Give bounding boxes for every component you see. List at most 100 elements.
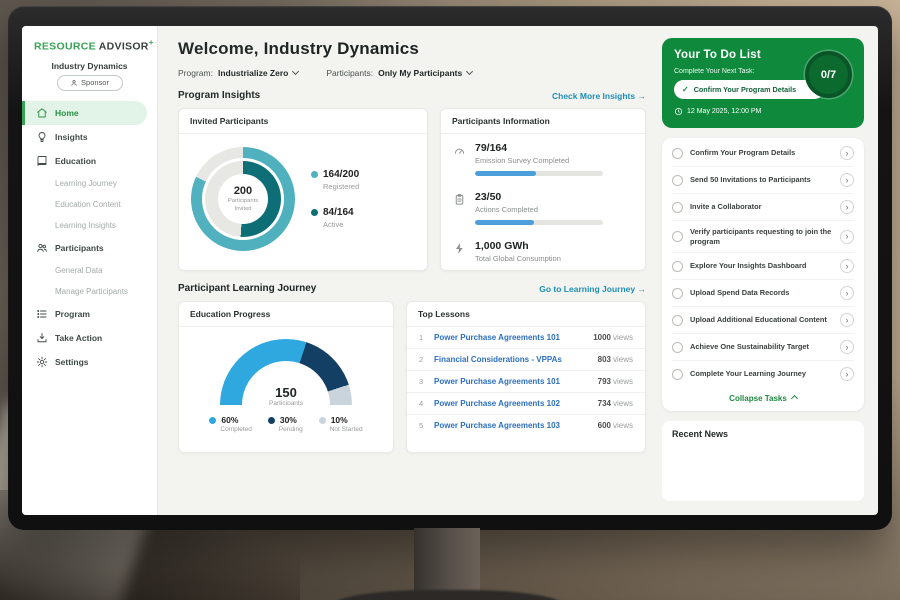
- learning-journey-header: Participant Learning Journey Go to Learn…: [178, 283, 646, 294]
- sidebar: RESOURCE ADVISOR+ Industry Dynamics Spon…: [22, 26, 158, 515]
- info-row-consumption: 1,000 GWh Total Global Consumption: [441, 232, 645, 270]
- list-icon: [36, 308, 48, 320]
- info-value: 79/164: [475, 142, 603, 154]
- task-row[interactable]: Confirm Your Program Details ›: [672, 140, 854, 167]
- sidebar-item-insights[interactable]: Insights: [22, 125, 157, 149]
- task-row[interactable]: Upload Spend Data Records ›: [672, 280, 854, 307]
- sidebar-item-take-action[interactable]: Take Action: [22, 326, 157, 350]
- task-checkbox[interactable]: [672, 315, 683, 326]
- task-row[interactable]: Achieve One Sustainability Target ›: [672, 334, 854, 361]
- card-title: Invited Participants: [179, 109, 427, 134]
- chevron-right-icon[interactable]: ›: [840, 286, 854, 300]
- donut-legend: 164/200 Registered 84/164 Active: [311, 169, 359, 229]
- legend-item-active: 84/164 Active: [311, 207, 359, 229]
- task-row[interactable]: Invite a Collaborator ›: [672, 194, 854, 221]
- go-to-learning-journey-link[interactable]: Go to Learning Journey →: [539, 284, 646, 294]
- collapse-tasks-button[interactable]: Collapse Tasks: [672, 387, 854, 407]
- program-value: Industrialize Zero: [218, 68, 288, 78]
- org-name: Industry Dynamics: [22, 61, 157, 71]
- main-content: Welcome, Industry Dynamics Program:Indus…: [158, 26, 660, 515]
- info-value: 23/50: [475, 191, 603, 203]
- person-icon: [70, 79, 78, 87]
- task-checkbox[interactable]: [672, 148, 683, 159]
- top-lessons-card: Top Lessons 1 Power Purchase Agreements …: [406, 301, 646, 453]
- progress-track: [475, 171, 603, 176]
- chevron-right-icon[interactable]: ›: [840, 173, 854, 187]
- donut-center: 200 Participants Invited: [218, 174, 268, 224]
- sidebar-item-learning-insights[interactable]: Learning Insights: [22, 215, 157, 236]
- info-label: Emission Survey Completed: [475, 156, 603, 165]
- todo-tasks-card: Confirm Your Program Details › Send 50 I…: [662, 138, 864, 411]
- task-checkbox[interactable]: [672, 175, 683, 186]
- chevron-right-icon[interactable]: ›: [840, 367, 854, 381]
- sidebar-item-label: General Data: [55, 266, 103, 275]
- chevron-right-icon[interactable]: ›: [840, 313, 854, 327]
- sidebar-item-label: Program: [55, 309, 90, 319]
- sidebar-item-label: Participants: [55, 243, 104, 253]
- task-row[interactable]: Explore Your Insights Dashboard ›: [672, 253, 854, 280]
- sidebar-item-education[interactable]: Education: [22, 149, 157, 173]
- section-title: Program Insights: [178, 90, 260, 101]
- lesson-views: 803views: [598, 355, 633, 364]
- lesson-link[interactable]: Financial Considerations - VPPAs: [434, 355, 589, 364]
- chevron-right-icon[interactable]: ›: [840, 259, 854, 273]
- next-task-pill[interactable]: ✓ Confirm Your Program Details: [674, 80, 824, 99]
- info-row-emission: 79/164 Emission Survey Completed: [441, 134, 645, 183]
- todo-subtitle: Complete Your Next Task:: [674, 68, 852, 75]
- invited-donut-chart: 200 Participants Invited: [191, 147, 295, 251]
- lesson-row[interactable]: 1 Power Purchase Agreements 101 1000view…: [407, 327, 645, 349]
- task-row[interactable]: Verify participants requesting to join t…: [672, 221, 854, 253]
- sidebar-item-learning-journey[interactable]: Learning Journey: [22, 173, 157, 194]
- task-row[interactable]: Send 50 Invitations to Participants ›: [672, 167, 854, 194]
- lesson-rank: 1: [419, 333, 425, 342]
- sidebar-item-general-data[interactable]: General Data: [22, 260, 157, 281]
- sidebar-item-settings[interactable]: Settings: [22, 350, 157, 374]
- lesson-row[interactable]: 4 Power Purchase Agreements 102 734views: [407, 393, 645, 415]
- task-row[interactable]: Upload Additional Educational Content ›: [672, 307, 854, 334]
- task-checkbox[interactable]: [672, 288, 683, 299]
- program-dropdown[interactable]: Program: Industrialize Zero: [178, 68, 298, 78]
- clipboard-icon: [453, 193, 466, 206]
- sponsor-badge[interactable]: Sponsor: [57, 75, 123, 91]
- chevron-right-icon[interactable]: ›: [840, 146, 854, 160]
- participants-dropdown[interactable]: Participants:Only My Participants: [326, 68, 472, 78]
- monitor-stand-base: [330, 590, 566, 600]
- task-checkbox[interactable]: [672, 202, 683, 213]
- program-label: Program:: [178, 68, 213, 78]
- task-checkbox[interactable]: [672, 261, 683, 272]
- sidebar-item-home[interactable]: Home: [22, 101, 147, 125]
- education-gauge-chart: 150 Participants: [220, 339, 352, 405]
- legend-value: 84/164: [323, 207, 354, 218]
- task-row[interactable]: Complete Your Learning Journey ›: [672, 361, 854, 387]
- chevron-down-icon: [292, 68, 299, 75]
- monitor-bezel: RESOURCE ADVISOR+ Industry Dynamics Spon…: [8, 6, 892, 530]
- chevron-down-icon: [466, 68, 473, 75]
- sidebar-item-manage-participants[interactable]: Manage Participants: [22, 281, 157, 302]
- task-checkbox[interactable]: [672, 369, 683, 380]
- lesson-link[interactable]: Power Purchase Agreements 102: [434, 399, 589, 408]
- sidebar-item-program[interactable]: Program: [22, 302, 157, 326]
- lesson-rank: 2: [419, 355, 425, 364]
- sidebar-nav: Home Insights Education Learning Journey…: [22, 101, 157, 374]
- sidebar-item-participants[interactable]: Participants: [22, 236, 157, 260]
- lesson-row[interactable]: 3 Power Purchase Agreements 101 793views: [407, 371, 645, 393]
- check-more-insights-link[interactable]: Check More Insights →: [552, 91, 646, 101]
- legend-label: Active: [323, 220, 359, 229]
- todo-summary-card: Your To Do List 0/7 Complete Your Next T…: [662, 38, 864, 128]
- lesson-link[interactable]: Power Purchase Agreements 101: [434, 377, 589, 386]
- task-checkbox[interactable]: [672, 342, 683, 353]
- chevron-right-icon[interactable]: ›: [840, 340, 854, 354]
- lesson-rank: 3: [419, 377, 425, 386]
- sidebar-item-education-content[interactable]: Education Content: [22, 194, 157, 215]
- lesson-row[interactable]: 5 Power Purchase Agreements 103 600views: [407, 415, 645, 436]
- progress-track: [475, 220, 603, 225]
- lesson-row[interactable]: 2 Financial Considerations - VPPAs 803vi…: [407, 349, 645, 371]
- lesson-link[interactable]: Power Purchase Agreements 101: [434, 333, 584, 342]
- chevron-right-icon[interactable]: ›: [840, 200, 854, 214]
- chevron-right-icon[interactable]: ›: [840, 230, 854, 244]
- lesson-link[interactable]: Power Purchase Agreements 103: [434, 421, 589, 430]
- photo-background: RESOURCE ADVISOR+ Industry Dynamics Spon…: [0, 0, 900, 600]
- task-checkbox[interactable]: [672, 231, 683, 242]
- sidebar-item-label: Learning Journey: [55, 179, 117, 188]
- sidebar-item-label: Manage Participants: [55, 287, 128, 296]
